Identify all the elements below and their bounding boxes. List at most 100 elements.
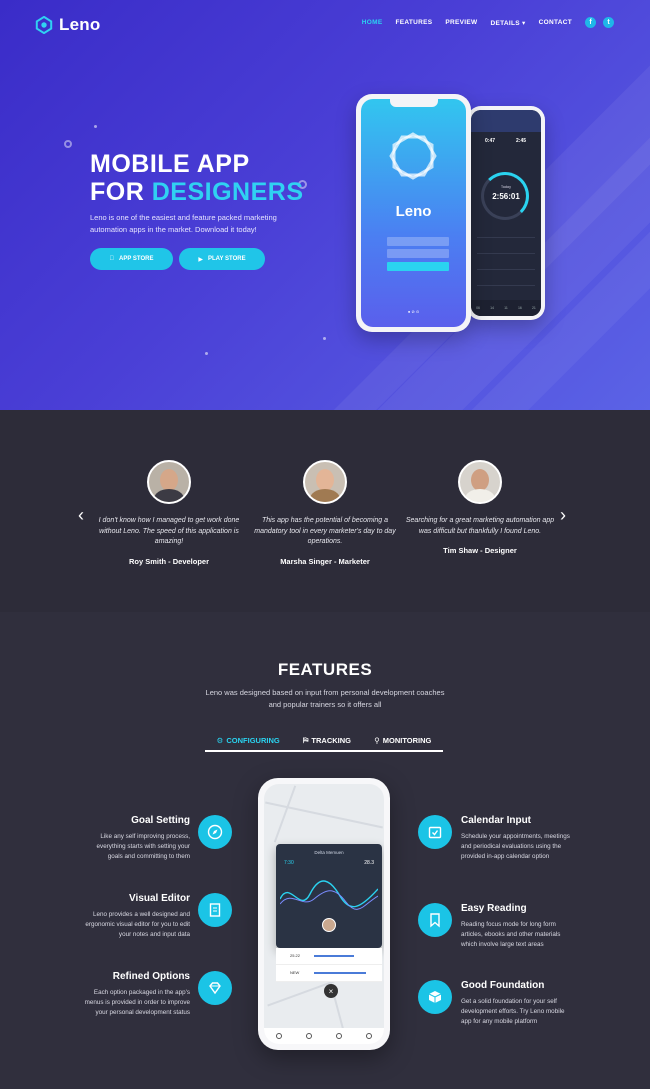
chevron-right-icon[interactable]: › [560, 505, 566, 526]
feature-title: Visual Editor [129, 893, 190, 904]
tab-label: CONFIGURING [226, 736, 280, 745]
feature-text: Each option packaged in the app's menus … [84, 989, 190, 1016]
app-store-button[interactable]:  APP STORE [90, 248, 173, 270]
feature-title: Refined Options [112, 971, 190, 982]
nav-home[interactable]: HOME [362, 19, 383, 26]
chevron-left-icon[interactable]: ‹ [78, 505, 84, 526]
brand-name: Leno [59, 15, 101, 34]
hero-title-accent: DESIGNERS [151, 178, 304, 206]
list-item [477, 260, 535, 270]
progress-bar [314, 972, 366, 974]
phone-mockup-front: Leno ● ⊘ ⊙ [356, 94, 471, 332]
phone-password-field [387, 249, 449, 258]
tab-label: TRACKING [311, 736, 351, 745]
tab-label: MONITORING [382, 736, 432, 745]
card-stat: 7:30 [284, 860, 294, 866]
tabbar-item: 14 [490, 306, 495, 310]
phone-email-field [387, 237, 449, 246]
list-item [477, 228, 535, 238]
row-value: 25.22 [290, 953, 301, 958]
feature-text: Get a solid foundation for your self dev… [461, 998, 565, 1025]
avatar [322, 918, 336, 932]
avatar-head [160, 469, 178, 491]
ring-time: 2:56:01 [492, 192, 520, 201]
tab-icon [276, 1033, 282, 1039]
tabbar-item: 11 [504, 306, 508, 310]
feature-title: Calendar Input [461, 815, 532, 826]
compass-icon [198, 815, 232, 849]
tab-monitoring[interactable]: ⚲ MONITORING [374, 736, 431, 750]
phone-mid-tabbar [264, 1028, 384, 1044]
twitter-icon[interactable]: t [603, 17, 614, 28]
close-icon: × [324, 984, 338, 998]
avatar [147, 460, 191, 504]
activity-card: Delta Memuen 7:30 28.3 [276, 844, 382, 948]
tab-tracking[interactable]: ⛿ TRACKING [303, 736, 351, 750]
brand-logo[interactable]: Leno [35, 15, 100, 35]
nav-preview[interactable]: PREVIEW [445, 19, 477, 26]
decor-ring [64, 140, 72, 148]
diamond-icon [198, 971, 232, 1005]
testimonial-quote: Searching for a great marketing automati… [405, 517, 555, 535]
phone-back-screen: 0:47 2:45 Today 2:56:01 06 14 11 16 21 [471, 110, 541, 316]
testimonial-card: Searching for a great marketing automati… [405, 460, 555, 555]
feature-title: Easy Reading [461, 903, 527, 914]
hero-description: Leno is one of the easiest and feature p… [90, 213, 277, 234]
feature-title: Goal Setting [131, 815, 190, 826]
feature-text: Schedule your appointments, meetings and… [461, 833, 570, 860]
card-stat: 28.3 [364, 860, 374, 866]
stat-value: 2:45 [516, 138, 527, 144]
hero-title-line1: MOBILE APP [90, 150, 250, 178]
testimonial-card: I don't know how I managed to get work d… [94, 460, 244, 566]
tab-icon [336, 1033, 342, 1039]
features-subtitle: Leno was designed based on input from pe… [205, 688, 445, 709]
phone-mid-screen: Delta Memuen 7:30 28.3 25.22 NEW × [264, 784, 384, 1044]
map-road [273, 785, 297, 843]
feature-calendar-input: Calendar Input Schedule your appointment… [461, 815, 631, 862]
feature-refined-options: Refined Options Each option packaged in … [20, 971, 190, 1018]
progress-bar [314, 955, 354, 957]
avatar-body [310, 489, 340, 502]
phone-app-name: Leno [395, 203, 432, 220]
list-item [477, 276, 535, 286]
phone-social-icons: ● ⊘ ⊙ [407, 309, 420, 314]
nav-details-label: DETAILS [490, 19, 520, 27]
phone-login-button [387, 262, 449, 271]
phone-back-header [471, 110, 541, 132]
tabbar-item: 16 [517, 306, 522, 310]
phone-notch [389, 99, 438, 107]
calendar-check-icon [418, 815, 452, 849]
avatar-body [465, 489, 495, 502]
tabbar-item: 21 [531, 306, 536, 310]
card-name: Delta Memuen [314, 850, 344, 855]
testimonial-quote: I don't know how I managed to get work d… [98, 517, 240, 545]
list-item [477, 244, 535, 254]
facebook-icon[interactable]: f [585, 17, 596, 28]
apple-icon:  [110, 256, 115, 262]
logo-icon [35, 16, 53, 34]
testimonial-author: Tim Shaw - Designer [443, 546, 517, 555]
nav-contact[interactable]: CONTACT [539, 19, 572, 26]
play-icon: ▶ [198, 256, 204, 263]
avatar-head [316, 469, 334, 491]
avatar [303, 460, 347, 504]
decor-dot [94, 125, 97, 128]
play-store-label: PLAY STORE [208, 256, 246, 262]
testimonials-section: ‹ › I don't know how I managed to get wo… [0, 410, 650, 612]
nav-details[interactable]: DETAILS ▾ [490, 19, 525, 27]
avatar-body [154, 489, 184, 502]
phone-back-tabbar: 06 14 11 16 21 [471, 300, 541, 316]
activity-wave-chart [280, 880, 378, 910]
play-store-button[interactable]: ▶ PLAY STORE [179, 248, 265, 270]
feature-title: Good Foundation [461, 980, 545, 991]
phone-front-screen: Leno ● ⊘ ⊙ [361, 99, 466, 327]
nav-features[interactable]: FEATURES [395, 19, 432, 26]
avatar-head [471, 469, 489, 491]
ring-label: Today [500, 185, 512, 189]
tab-icon [306, 1033, 312, 1039]
tab-configuring[interactable]: ⚙ CONFIGURING [217, 736, 280, 750]
gear-icon: ⚙ [216, 736, 224, 745]
row-value: NEW [290, 970, 300, 975]
feature-good-foundation: Good Foundation Get a solid foundation f… [461, 980, 631, 1027]
feature-text: Reading focus mode for long form article… [461, 921, 561, 948]
